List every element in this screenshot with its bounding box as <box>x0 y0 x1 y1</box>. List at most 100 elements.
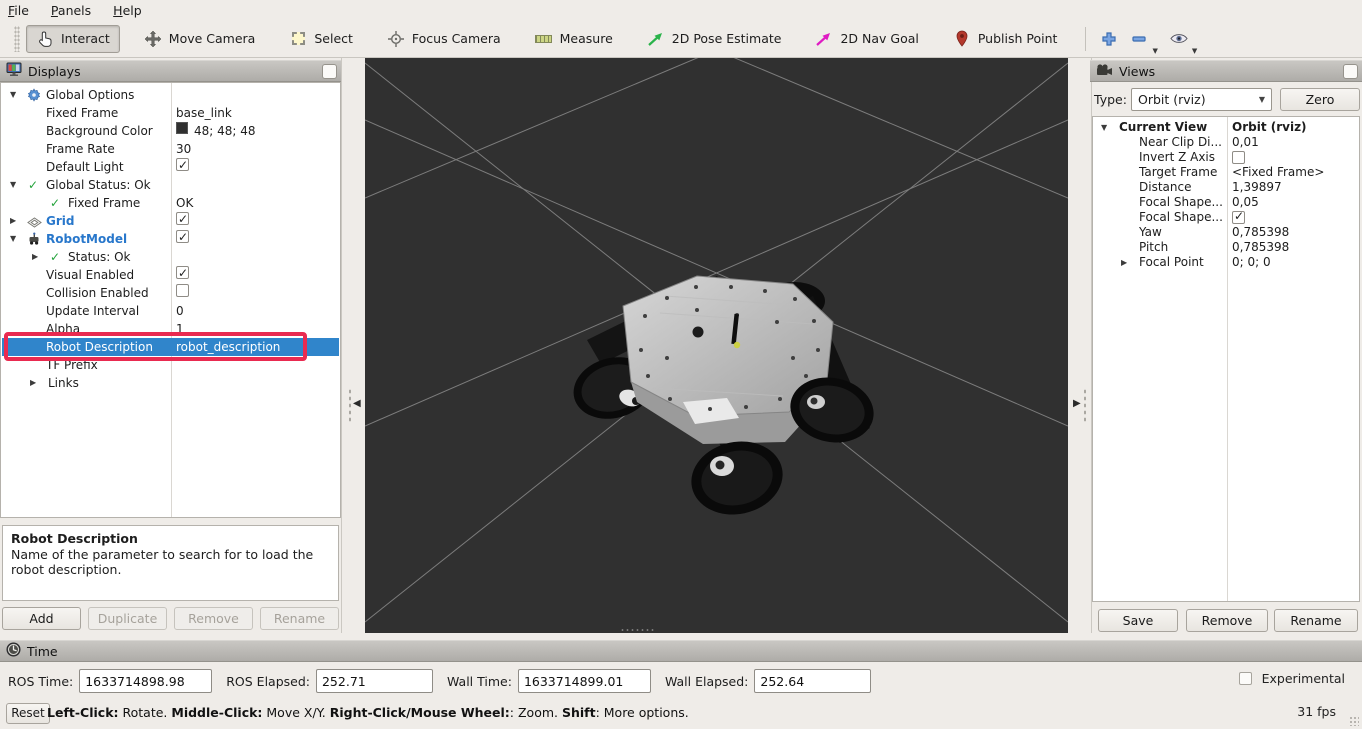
views-float-button[interactable] <box>1343 64 1358 79</box>
interact-tool-button[interactable]: Interact <box>26 25 120 53</box>
row-value[interactable]: 0; 0; 0 <box>1232 255 1271 270</box>
rename-view-button[interactable]: Rename <box>1274 609 1358 632</box>
tree-row-update-interval[interactable]: Update Interval 0 <box>2 302 339 320</box>
tool-visibility-button[interactable] <box>1168 28 1190 50</box>
wall-elapsed-input[interactable] <box>754 669 871 693</box>
tree-row-tf-prefix[interactable]: TF Prefix <box>2 356 339 374</box>
focal-shape-checkbox[interactable] <box>1232 211 1245 224</box>
row-value[interactable]: 1 <box>176 320 184 338</box>
collision-enabled-checkbox[interactable] <box>176 284 189 297</box>
views-panel-header[interactable]: Views <box>1090 60 1362 82</box>
tree-row-alpha[interactable]: Alpha 1 <box>2 320 339 338</box>
tree-row-background-color[interactable]: Background Color 48; 48; 48 <box>2 122 339 140</box>
tree-row-robotmodel[interactable]: ▼ RobotModel <box>2 230 339 248</box>
tree-row-links[interactable]: ▶ Links <box>2 374 339 392</box>
duplicate-display-button[interactable]: Duplicate <box>88 607 167 630</box>
collapse-left-arrow[interactable]: ◀ <box>353 398 361 409</box>
focus-camera-tool-button[interactable]: Focus Camera <box>377 25 511 53</box>
grid-enabled-checkbox[interactable] <box>176 212 189 225</box>
default-light-checkbox[interactable] <box>176 158 189 171</box>
color-swatch[interactable] <box>176 122 188 134</box>
save-view-button[interactable]: Save <box>1098 609 1178 632</box>
tree-row-focal-shape-fixed[interactable]: Focal Shape... <box>1094 210 1358 225</box>
tree-row-grid[interactable]: ▶ Grid <box>2 212 339 230</box>
remove-tool-button[interactable] <box>1128 28 1150 50</box>
tree-row-target-frame[interactable]: Target Frame <Fixed Frame> <box>1094 165 1358 180</box>
menu-help[interactable]: Help <box>113 3 142 18</box>
publish-point-tool-button[interactable]: Publish Point <box>943 25 1068 53</box>
tree-row-focal-point[interactable]: ▶ Focal Point 0; 0; 0 <box>1094 255 1358 270</box>
rename-display-button[interactable]: Rename <box>260 607 339 630</box>
collapse-right-arrow[interactable]: ▶ <box>1073 398 1081 409</box>
tree-row-focal-shape-size[interactable]: Focal Shape... 0,05 <box>1094 195 1358 210</box>
remove-display-button[interactable]: Remove <box>174 607 253 630</box>
move-camera-tool-button[interactable]: Move Camera <box>134 25 266 53</box>
expander-icon[interactable]: ▼ <box>10 86 16 104</box>
nav-goal-tool-button[interactable]: 2D Nav Goal <box>805 25 928 53</box>
remove-view-button[interactable]: Remove <box>1186 609 1268 632</box>
viewport-bottom-handle[interactable] <box>620 628 654 632</box>
visual-enabled-checkbox[interactable] <box>176 266 189 279</box>
pose-estimate-tool-button[interactable]: 2D Pose Estimate <box>637 25 792 53</box>
expander-icon[interactable]: ▶ <box>10 212 16 230</box>
ros-elapsed-input[interactable] <box>316 669 433 693</box>
remove-tool-caret[interactable]: ▼ <box>1152 47 1157 55</box>
expander-icon[interactable]: ▼ <box>1101 120 1107 135</box>
row-value[interactable]: 0,785398 <box>1232 225 1289 240</box>
tree-row-global-status[interactable]: ▼ ✓ Global Status: Ok <box>2 176 339 194</box>
row-value[interactable]: 1,39897 <box>1232 180 1282 195</box>
invert-z-checkbox[interactable] <box>1232 151 1245 164</box>
tree-row-robot-status[interactable]: ▶ ✓ Status: Ok <box>2 248 339 266</box>
zero-view-button[interactable]: Zero <box>1280 88 1360 111</box>
tree-row-yaw[interactable]: Yaw 0,785398 <box>1094 225 1358 240</box>
tool-visibility-caret[interactable]: ▼ <box>1192 47 1197 55</box>
menu-panels[interactable]: Panels <box>51 3 91 18</box>
row-value[interactable]: 0,05 <box>1232 195 1259 210</box>
tree-row-collision-enabled[interactable]: Collision Enabled <box>2 284 339 302</box>
wall-time-input[interactable] <box>518 669 651 693</box>
row-value[interactable]: base_link <box>176 104 232 122</box>
view-type-dropdown[interactable]: Orbit (rviz) ▼ <box>1131 88 1272 111</box>
add-display-button[interactable]: Add <box>2 607 81 630</box>
menu-file[interactable]: File <box>8 3 29 18</box>
expander-icon[interactable]: ▶ <box>30 374 36 392</box>
toolbar-drag-handle[interactable] <box>14 26 20 52</box>
expander-icon[interactable]: ▼ <box>10 230 16 248</box>
tree-row-robot-description[interactable]: Robot Description robot_description <box>2 338 339 356</box>
tree-row-current-view[interactable]: ▼ Current View Orbit (rviz) <box>1094 120 1358 135</box>
tree-row-frame-rate[interactable]: Frame Rate 30 <box>2 140 339 158</box>
tree-row-visual-enabled[interactable]: Visual Enabled <box>2 266 339 284</box>
tree-row-pitch[interactable]: Pitch 0,785398 <box>1094 240 1358 255</box>
add-tool-button[interactable] <box>1098 28 1120 50</box>
tree-row-global-options[interactable]: ▼ Global Options <box>2 86 339 104</box>
expander-icon[interactable]: ▶ <box>1121 255 1127 270</box>
row-value[interactable]: robot_description <box>176 338 280 356</box>
displays-float-button[interactable] <box>322 64 337 79</box>
expander-icon[interactable]: ▶ <box>32 248 38 266</box>
ros-time-input[interactable] <box>79 669 212 693</box>
row-value[interactable]: <Fixed Frame> <box>1232 165 1324 180</box>
measure-tool-button[interactable]: Measure <box>525 25 623 53</box>
3d-viewport[interactable] <box>365 58 1068 633</box>
tree-row-fixed-frame-status[interactable]: ✓ Fixed Frame OK <box>2 194 339 212</box>
experimental-checkbox[interactable] <box>1239 672 1252 685</box>
splitter-handle[interactable] <box>348 388 352 422</box>
time-panel-header[interactable]: Time <box>0 640 1362 662</box>
splitter-handle[interactable] <box>1083 388 1087 422</box>
tree-row-fixed-frame[interactable]: Fixed Frame base_link <box>2 104 339 122</box>
row-value[interactable]: 48; 48; 48 <box>194 122 256 140</box>
tree-row-near-clip[interactable]: Near Clip Di... 0,01 <box>1094 135 1358 150</box>
row-value[interactable]: 0,785398 <box>1232 240 1289 255</box>
select-tool-button[interactable]: Select <box>279 25 363 53</box>
expander-icon[interactable]: ▼ <box>10 176 16 194</box>
row-value[interactable]: 0,01 <box>1232 135 1259 150</box>
tree-row-invert-z[interactable]: Invert Z Axis <box>1094 150 1358 165</box>
right-splitter[interactable]: ▶ <box>1068 58 1092 633</box>
left-splitter[interactable]: ◀ <box>341 58 365 633</box>
displays-panel-header[interactable]: Displays <box>0 60 341 82</box>
robotmodel-enabled-checkbox[interactable] <box>176 230 189 243</box>
tree-row-default-light[interactable]: Default Light <box>2 158 339 176</box>
window-resize-grip[interactable] <box>1349 716 1359 726</box>
row-value[interactable]: 0 <box>176 302 184 320</box>
reset-button[interactable]: Reset <box>6 703 50 724</box>
